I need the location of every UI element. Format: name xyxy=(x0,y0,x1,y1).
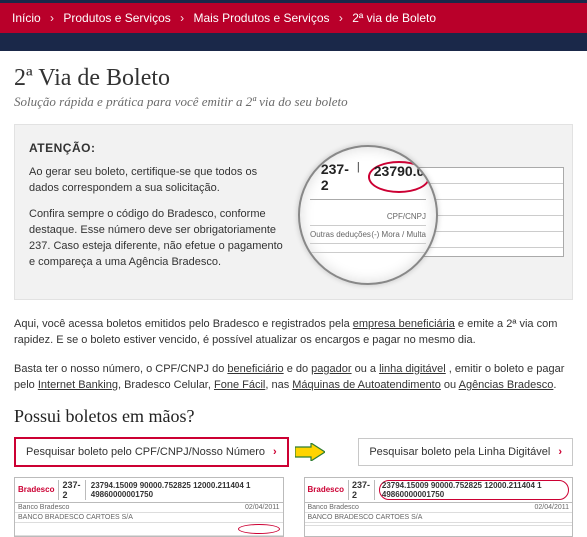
page-subtitle: Solução rápida e prática para você emiti… xyxy=(14,94,573,110)
possui-heading: Possui boletos em mãos? xyxy=(14,406,573,427)
bank-code-separator: | xyxy=(357,161,360,193)
mini-bank-code: 237-2 xyxy=(348,480,375,500)
breadcrumb-separator: › xyxy=(180,11,184,25)
pointer-arrow-icon xyxy=(295,443,325,461)
chevron-right-icon: › xyxy=(273,446,277,458)
nosso-numero-highlight xyxy=(238,524,280,534)
page-title: 2ª Via de Boleto xyxy=(14,65,573,92)
magnifier-lens: | 237-2 | 23790.0 CPF/CNPJ Outras deduçõ… xyxy=(298,145,438,285)
search-by-cpf-cnpj-button[interactable]: Pesquisar boleto pelo CPF/CNPJ/Nosso Núm… xyxy=(14,437,289,467)
link-agencias-bradesco[interactable]: Agências Bradesco xyxy=(459,379,554,391)
bank-code-separator: | xyxy=(310,161,313,193)
boleto-sample-cpf: Bradesco 237-2 23794.15009 90000.752825 … xyxy=(14,477,284,537)
highlighted-boleto-code: 23790.0 xyxy=(368,161,431,193)
breadcrumb-home[interactable]: Início xyxy=(12,11,41,25)
boleto-illustration: | 237-2 | 23790.0 CPF/CNPJ Outras deduçõ… xyxy=(294,145,564,285)
breadcrumb-produtos[interactable]: Produtos e Serviços xyxy=(63,11,170,25)
breadcrumb-separator: › xyxy=(50,11,54,25)
breadcrumb-mais-produtos[interactable]: Mais Produtos e Serviços xyxy=(193,11,329,25)
field-mora-multa: (-) Mora / Multa xyxy=(371,230,426,239)
search-by-linha-digitavel-button[interactable]: Pesquisar boleto pela Linha Digitável › xyxy=(358,438,573,466)
breadcrumb-current: 2ª via de Boleto xyxy=(352,11,436,25)
link-linha-digitavel[interactable]: linha digitável xyxy=(379,363,446,375)
breadcrumb: Início › Produtos e Serviços › Mais Prod… xyxy=(0,0,587,51)
bank-code: 237-2 xyxy=(321,161,349,193)
info-paragraph-2: Basta ter o nosso número, o CPF/CNPJ do … xyxy=(14,361,573,394)
link-fone-facil[interactable]: Fone Fácil xyxy=(214,379,265,391)
bradesco-logo: Bradesco xyxy=(308,485,344,494)
chevron-right-icon: › xyxy=(558,446,562,458)
link-empresa-beneficiaria[interactable]: empresa beneficiária xyxy=(353,318,455,330)
boleto-slip-background xyxy=(384,167,564,257)
link-pagador[interactable]: pagador xyxy=(311,363,351,375)
alert-paragraph-1: Ao gerar seu boleto, certifique-se que t… xyxy=(29,165,289,197)
field-outras-deducoes: Outras deduções xyxy=(310,230,371,239)
breadcrumb-separator: › xyxy=(339,11,343,25)
alert-paragraph-2: Confira sempre o código do Bradesco, con… xyxy=(29,207,289,271)
linha-digitavel-highlight: 23794.15009 90000.752825 12000.211404 1 … xyxy=(379,480,569,500)
alert-body: Ao gerar seu boleto, certifique-se que t… xyxy=(29,165,289,271)
mini-digit-line: 23794.15009 90000.752825 12000.211404 1 … xyxy=(90,480,280,500)
field-cpf-cnpj: CPF/CNPJ xyxy=(387,212,426,221)
link-beneficiario[interactable]: beneficiário xyxy=(227,363,283,375)
boleto-sample-linha: Bradesco 237-2 23794.15009 90000.752825 … xyxy=(304,477,574,537)
link-internet-banking[interactable]: Internet Banking xyxy=(38,379,118,391)
alert-box: ATENÇÃO: Ao gerar seu boleto, certifique… xyxy=(14,124,573,300)
alert-title: ATENÇÃO: xyxy=(29,141,558,155)
mini-bank-code: 237-2 xyxy=(58,480,85,500)
info-paragraph-1: Aqui, você acessa boletos emitidos pelo … xyxy=(14,316,573,349)
link-maquinas-autoatendimento[interactable]: Máquinas de Autoatendimento xyxy=(292,379,441,391)
bradesco-logo: Bradesco xyxy=(18,485,54,494)
